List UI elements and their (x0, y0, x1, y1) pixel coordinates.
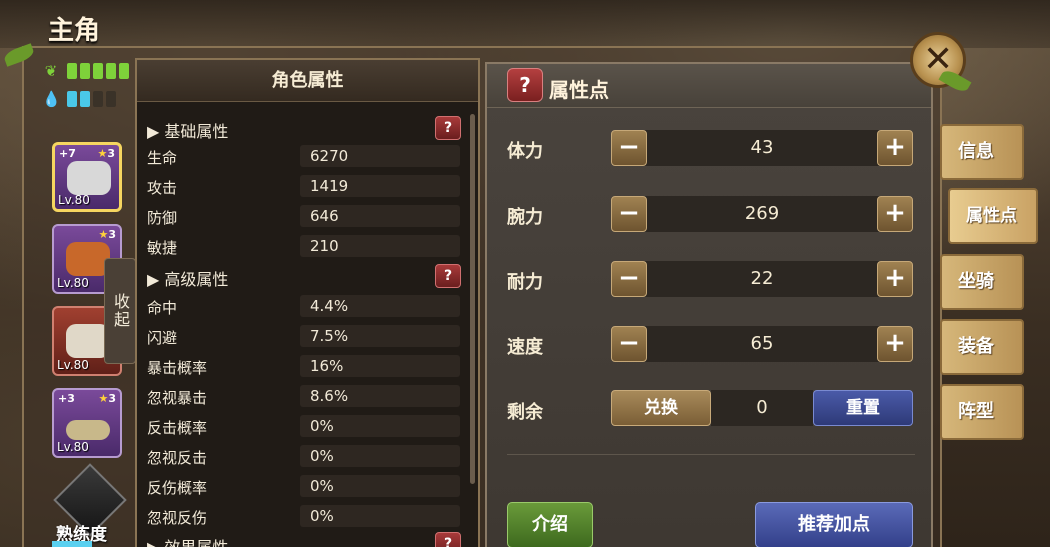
advanced-attributes-title[interactable]: ▶ 高级属性 (147, 266, 228, 290)
strength-value: 269 (744, 203, 780, 224)
stamina-minus-button[interactable]: − (611, 130, 647, 166)
hammer-icon (67, 161, 111, 195)
tab-info[interactable]: 信息 (940, 124, 1024, 180)
stat-label: 防御 (147, 209, 178, 227)
leaf-icon: ❦ (44, 62, 58, 80)
slot-level: Lv.80 (58, 193, 90, 207)
strength-label: 腕力 (507, 207, 543, 228)
stamina-plus-button[interactable]: + (877, 130, 913, 166)
stat-value: 210 (300, 235, 460, 257)
strength-minus-button[interactable]: − (611, 196, 647, 232)
mp-bar: 💧 (42, 90, 116, 108)
advanced-help-button[interactable]: ? (435, 264, 461, 288)
stamina-label: 体力 (507, 141, 543, 162)
stat-label: 忽视反击 (147, 449, 208, 467)
slot-level: Lv.80 (57, 276, 89, 290)
stat-label: 反伤概率 (147, 479, 208, 497)
stat-value: 4.4% (300, 295, 460, 317)
stat-label: 敏捷 (147, 239, 178, 257)
stat-label: 生命 (147, 149, 178, 167)
stat-value: 0% (300, 505, 460, 527)
endurance-stepper: − 22 + (611, 261, 913, 297)
stat-value: 646 (300, 205, 460, 227)
speed-plus-button[interactable]: + (877, 326, 913, 362)
endurance-plus-button[interactable]: + (877, 261, 913, 297)
slot-plus: +3 (58, 392, 75, 405)
mp-pip (93, 91, 103, 107)
remaining-value: 0 (711, 390, 813, 426)
stat-value: 0% (300, 445, 460, 467)
stat-value: 6270 (300, 145, 460, 167)
stat-value: 1419 (300, 175, 460, 197)
stat-label: 忽视反伤 (147, 509, 208, 527)
endurance-label: 耐力 (507, 272, 543, 293)
character-attributes-panel: 角色属性 ▶ 基础属性 ? 生命 6270 攻击 1419 防御 646 敏捷 … (135, 58, 480, 547)
mp-pip (106, 91, 116, 107)
basic-attributes-title[interactable]: ▶ 基础属性 (147, 118, 228, 142)
stamina-stepper: − 43 + (611, 130, 913, 166)
stat-value: 0% (300, 475, 460, 497)
speed-minus-button[interactable]: − (611, 326, 647, 362)
hp-pip (80, 63, 90, 79)
equipment-slot-1[interactable]: +7 ★3 Lv.80 (52, 142, 122, 212)
stamina-value: 43 (750, 137, 774, 158)
stat-label: 攻击 (147, 179, 178, 197)
stat-value: 0% (300, 415, 460, 437)
stat-value: 7.5% (300, 325, 460, 347)
page-title: 主角 (48, 16, 101, 46)
effect-attributes-title[interactable]: ▶ 效果属性 (147, 534, 228, 547)
slot-plus: +7 (59, 147, 76, 160)
speed-label: 速度 (507, 337, 543, 358)
endurance-value: 22 (750, 268, 774, 289)
endurance-minus-button[interactable]: − (611, 261, 647, 297)
tab-formation[interactable]: 阵型 (940, 384, 1024, 440)
water-drop-icon: 💧 (42, 90, 61, 108)
slot-stars: ★3 (97, 147, 115, 160)
points-header: ? 属性点 (487, 64, 931, 108)
effect-help-button[interactable]: ? (435, 532, 461, 547)
slot-stars: ★3 (98, 392, 116, 405)
stat-label: 暴击概率 (147, 359, 208, 377)
attribute-points-panel: ? 属性点 体力 − 43 + 腕力 − 269 + 耐力 − 22 + 速度 … (485, 62, 933, 547)
necklace-icon (66, 420, 110, 440)
points-help-button[interactable]: ? (507, 68, 543, 102)
hp-pip (93, 63, 103, 79)
strength-stepper: − 269 + (611, 196, 913, 232)
hp-bar: ❦ (42, 62, 129, 80)
points-title: 属性点 (549, 78, 609, 102)
hp-pip (106, 63, 116, 79)
remaining-label: 剩余 (507, 402, 543, 423)
speed-stepper: − 65 + (611, 326, 913, 362)
hp-pip (119, 63, 129, 79)
basic-help-button[interactable]: ? (435, 116, 461, 140)
reset-button[interactable]: 重置 (813, 390, 913, 426)
attributes-scrollbar[interactable] (470, 114, 475, 484)
divider (507, 454, 915, 455)
stat-value: 16% (300, 355, 460, 377)
stat-label: 命中 (147, 299, 178, 317)
tab-attribute-points[interactable]: 属性点 (948, 188, 1038, 244)
attributes-header: 角色属性 (137, 60, 478, 102)
intro-button[interactable]: 介绍 (507, 502, 593, 547)
tab-mount[interactable]: 坐骑 (940, 254, 1024, 310)
stat-value: 8.6% (300, 385, 460, 407)
slot-stars: ★3 (98, 228, 116, 241)
mp-pip (80, 91, 90, 107)
mastery-progress (52, 541, 92, 547)
stat-label: 忽视暴击 (147, 389, 208, 407)
title-bar (0, 0, 1050, 48)
collapse-button[interactable]: 收起 (104, 258, 136, 364)
stat-label: 反击概率 (147, 419, 208, 437)
exchange-button[interactable]: 兑换 (611, 390, 711, 426)
equipment-slot-4[interactable]: +3 ★3 Lv.80 (52, 388, 122, 458)
mp-pip (67, 91, 77, 107)
stat-label: 闪避 (147, 329, 178, 347)
slot-level: Lv.80 (57, 358, 89, 372)
tab-equipment[interactable]: 装备 (940, 319, 1024, 375)
speed-value: 65 (750, 333, 774, 354)
recommend-points-button[interactable]: 推荐加点 (755, 502, 913, 547)
hp-pip (67, 63, 77, 79)
slot-level: Lv.80 (57, 440, 89, 454)
strength-plus-button[interactable]: + (877, 196, 913, 232)
